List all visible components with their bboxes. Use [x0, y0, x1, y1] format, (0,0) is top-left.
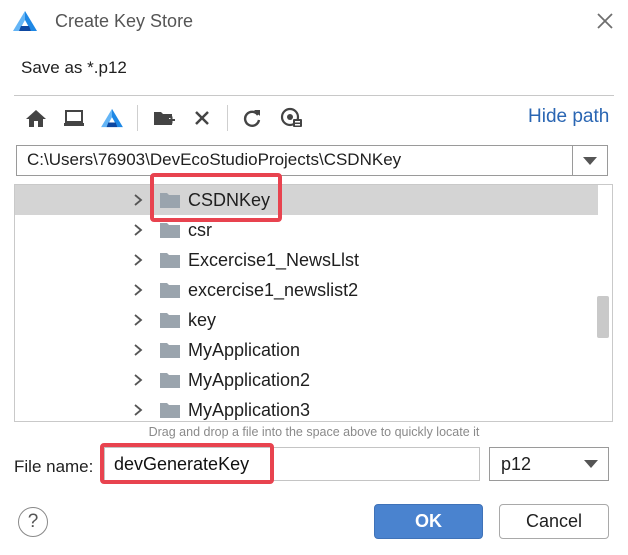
- path-input[interactable]: C:\Users\76903\DevEcoStudioProjects\CSDN…: [27, 150, 401, 170]
- drag-drop-hint: Drag and drop a file into the space abov…: [148, 425, 480, 439]
- toolbar-divider: [137, 105, 138, 131]
- folder-icon: [160, 313, 180, 328]
- tree-item-label: key: [188, 310, 217, 330]
- tree-row-csr[interactable]: csr: [15, 215, 598, 245]
- extension-select[interactable]: p12: [489, 447, 609, 481]
- chevron-right-icon[interactable]: [132, 343, 144, 357]
- tree-item-label: Excercise1_NewsLlst: [188, 250, 360, 270]
- project-button[interactable]: [98, 102, 126, 134]
- hide-path-link[interactable]: Hide path: [528, 106, 609, 128]
- title-bar: Create Key Store: [0, 0, 628, 44]
- highlight-box-filename: [100, 443, 274, 484]
- folder-icon: [160, 253, 180, 268]
- chevron-right-icon[interactable]: [132, 253, 144, 267]
- chevron-right-icon[interactable]: [132, 313, 144, 327]
- chevron-right-icon[interactable]: [132, 403, 144, 417]
- divider: [14, 95, 614, 96]
- deveco-logo-icon: [13, 11, 37, 31]
- folder-icon: [160, 283, 180, 298]
- folder-icon: [160, 373, 180, 388]
- tree-row-excercise1-newslist[interactable]: Excercise1_NewsLlst: [15, 245, 598, 275]
- tree-row-myapplication[interactable]: MyApplication: [15, 335, 598, 365]
- refresh-button[interactable]: [238, 102, 266, 134]
- chevron-right-icon[interactable]: [132, 373, 144, 387]
- tree-scrollbar-thumb[interactable]: [597, 296, 609, 338]
- delete-icon: [195, 111, 209, 125]
- home-icon: [26, 110, 46, 127]
- new-folder-icon: [154, 112, 175, 125]
- cancel-button[interactable]: Cancel: [499, 504, 609, 539]
- tree-item-label: MyApplication: [188, 340, 301, 360]
- highlight-box-folder: [150, 173, 282, 222]
- extension-value: p12: [501, 454, 532, 474]
- tree-item-label: csr: [188, 220, 212, 240]
- tree-item-label: MyApplication3: [188, 400, 311, 420]
- project-icon: [101, 108, 123, 128]
- desktop-icon: [64, 110, 84, 126]
- folder-icon: [160, 223, 180, 238]
- chevron-right-icon[interactable]: [132, 193, 144, 207]
- new-folder-button[interactable]: [150, 102, 178, 134]
- path-dropdown-button[interactable]: [572, 146, 607, 175]
- tree-row-myapplication2[interactable]: MyApplication2: [15, 365, 598, 395]
- chevron-right-icon[interactable]: [132, 223, 144, 237]
- dialog-title: Create Key Store: [55, 11, 194, 31]
- show-hidden-button[interactable]: [278, 102, 306, 134]
- tree-item-label: MyApplication2: [188, 370, 311, 390]
- help-button[interactable]: ?: [18, 507, 48, 537]
- close-icon[interactable]: [592, 8, 618, 34]
- ok-button[interactable]: OK: [374, 504, 483, 539]
- home-button[interactable]: [22, 102, 50, 134]
- tree-item-label: excercise1_newslist2: [188, 280, 359, 300]
- toolbar-divider: [227, 105, 228, 131]
- refresh-icon: [243, 110, 261, 127]
- show-hidden-icon: [280, 107, 302, 127]
- folder-icon: [160, 403, 180, 418]
- file-name-label: File name:: [14, 457, 94, 476]
- delete-button[interactable]: [188, 102, 216, 134]
- chevron-down-icon: [584, 460, 598, 468]
- tree-row-excercise1-newslist2[interactable]: excercise1_newslist2: [15, 275, 598, 305]
- folder-tree[interactable]: CSDNKey csr Excercise1_NewsLlst excercis…: [14, 184, 613, 422]
- desktop-button[interactable]: [60, 102, 88, 134]
- tree-row-csdnkey[interactable]: CSDNKey: [15, 185, 598, 215]
- tree-row-key[interactable]: key: [15, 305, 598, 335]
- chevron-down-icon: [583, 156, 597, 165]
- dialog-subtitle: Save as *.p12: [21, 58, 127, 77]
- folder-icon: [160, 343, 180, 358]
- chevron-right-icon[interactable]: [132, 283, 144, 297]
- path-combobox[interactable]: C:\Users\76903\DevEcoStudioProjects\CSDN…: [16, 145, 608, 176]
- tree-row-myapplication3[interactable]: MyApplication3: [15, 395, 598, 421]
